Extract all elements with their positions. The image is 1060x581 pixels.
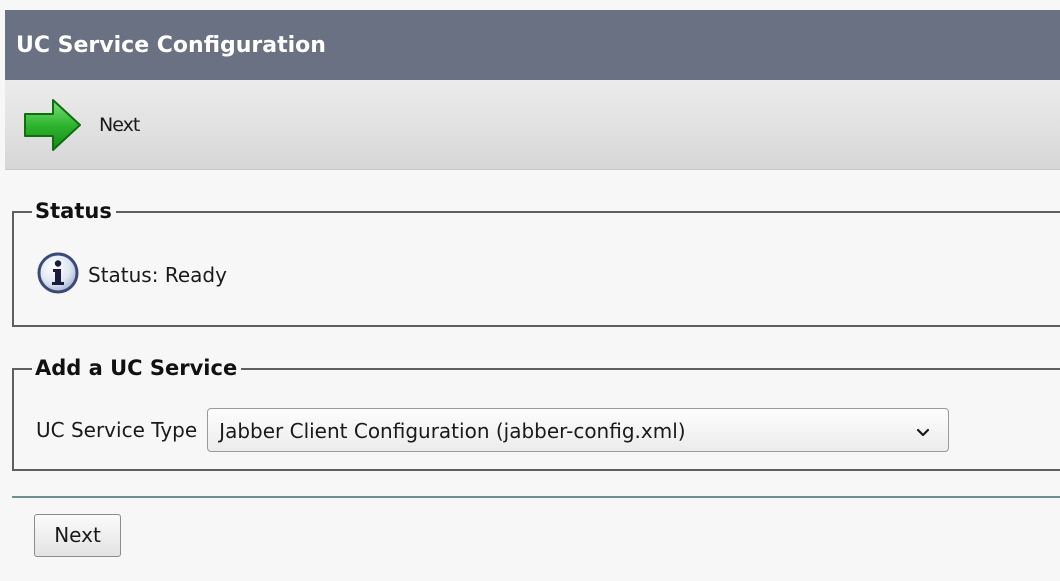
status-legend: Status [32, 197, 116, 225]
uc-service-type-label: UC Service Type [36, 418, 198, 442]
add-uc-service-legend: Add a UC Service [32, 354, 242, 382]
status-fieldset: Status Status: Ready [12, 197, 1060, 327]
page-title: UC Service Configuration [5, 10, 1060, 80]
next-button[interactable]: Next [34, 514, 121, 557]
toolbar: Next [5, 80, 1060, 170]
toolbar-next-label: Next [99, 114, 140, 136]
status-text: Status: Ready [88, 263, 227, 287]
section-divider [12, 496, 1060, 498]
info-icon [36, 251, 80, 299]
chevron-down-icon [916, 424, 930, 443]
status-message: Status: Ready [36, 251, 227, 299]
uc-service-configuration-page: UC Service Configuration Next Status Sta… [0, 0, 1060, 581]
uc-service-type-row: UC Service Type Jabber Client Configurat… [36, 408, 950, 452]
uc-service-type-select[interactable]: Jabber Client Configuration (jabber-conf… [207, 408, 950, 452]
add-uc-service-fieldset: Add a UC Service UC Service Type Jabber … [12, 354, 1060, 471]
uc-service-type-value: Jabber Client Configuration (jabber-conf… [219, 419, 686, 443]
toolbar-next-button[interactable]: Next [21, 96, 140, 154]
arrow-right-icon [21, 97, 83, 153]
